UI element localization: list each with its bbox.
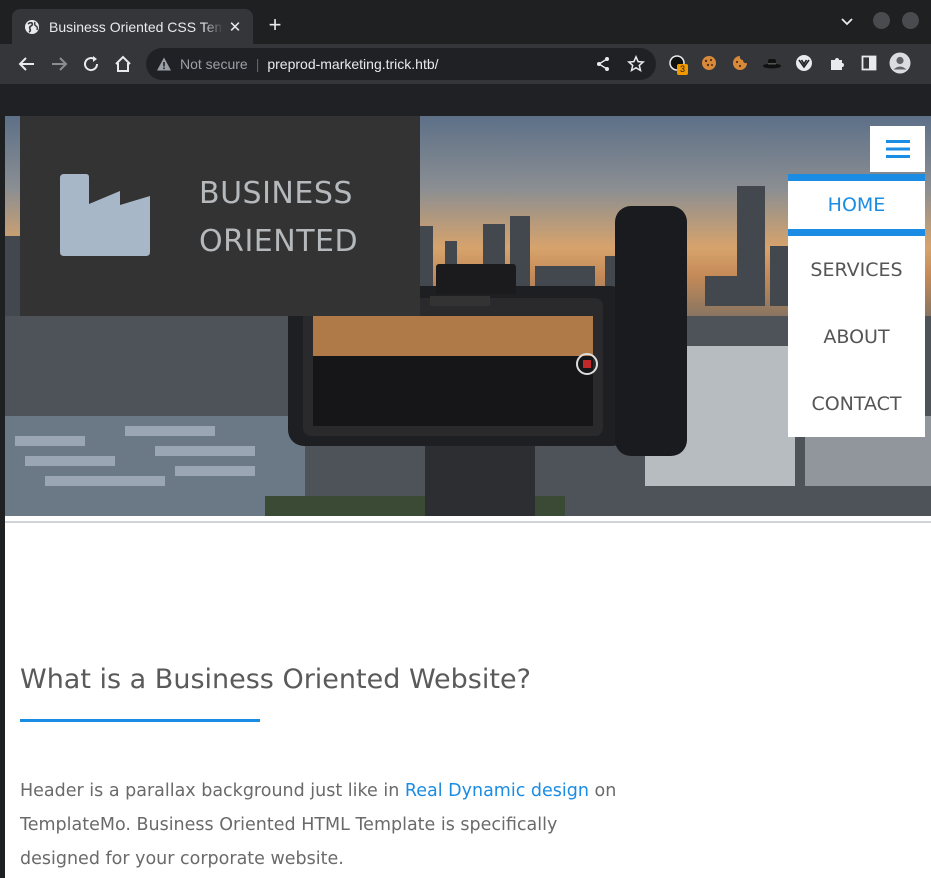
new-tab-button[interactable]: + bbox=[263, 13, 287, 37]
globe-icon bbox=[25, 19, 39, 34]
browser-toolbar: Not secure | preprod-marketing.trick.htb… bbox=[0, 44, 931, 84]
intro-text-start: Header is a parallax background just lik… bbox=[20, 781, 405, 801]
heading-underline bbox=[20, 719, 260, 722]
close-tab-icon[interactable]: ✕ bbox=[227, 18, 243, 36]
shield-logo-icon bbox=[796, 55, 812, 71]
address-bar[interactable]: Not secure | preprod-marketing.trick.htb… bbox=[146, 48, 656, 80]
cookie-icon bbox=[702, 56, 716, 70]
menu-toggle-button[interactable] bbox=[870, 126, 925, 172]
browser-tab[interactable]: Business Oriented CSS Template ✕ bbox=[12, 9, 253, 44]
tab-strip: Business Oriented CSS Template ✕ + bbox=[0, 0, 931, 44]
factory-icon bbox=[60, 174, 150, 256]
nav-item-contact[interactable]: CONTACT bbox=[788, 370, 925, 437]
bookmarks-bar-area bbox=[0, 84, 931, 116]
hero-parallax-image: BUSINESS ORIENTED HOME SERVICES ABOUT CO… bbox=[5, 116, 931, 516]
section-heading: What is a Business Oriented Website? bbox=[20, 664, 531, 695]
url-text[interactable]: preprod-marketing.trick.htb/ bbox=[267, 56, 438, 72]
main-nav-menu: HOME SERVICES ABOUT CONTACT bbox=[788, 174, 925, 437]
nav-item-about[interactable]: ABOUT bbox=[788, 303, 925, 370]
hero-divider bbox=[5, 521, 931, 523]
extension-button[interactable]: 3 bbox=[666, 52, 689, 75]
extension-badge: 3 bbox=[677, 64, 689, 75]
logo-line-business: BUSINESS bbox=[199, 176, 353, 211]
bookmark-star-icon[interactable] bbox=[627, 55, 645, 73]
arrow-right-icon bbox=[52, 57, 68, 71]
real-dynamic-design-link[interactable]: Real Dynamic design bbox=[405, 781, 589, 801]
cookie-editor-extension-button[interactable] bbox=[729, 52, 751, 74]
close-window-button[interactable] bbox=[902, 12, 919, 29]
hat-icon bbox=[763, 59, 781, 69]
url-separator: | bbox=[255, 56, 260, 72]
logo-line-oriented: ORIENTED bbox=[199, 224, 359, 259]
cookie-extension-button[interactable] bbox=[698, 52, 720, 74]
back-button[interactable] bbox=[15, 52, 39, 76]
logo-text: BUSINESS ORIENTED bbox=[199, 170, 358, 266]
security-status[interactable]: Not secure bbox=[180, 56, 248, 72]
site-logo[interactable]: BUSINESS ORIENTED bbox=[20, 116, 420, 316]
page-viewport: BUSINESS ORIENTED HOME SERVICES ABOUT CO… bbox=[5, 116, 931, 878]
cookie-bite-icon bbox=[733, 56, 747, 70]
home-button[interactable] bbox=[111, 52, 135, 76]
reload-icon bbox=[84, 56, 99, 72]
arrow-left-icon bbox=[18, 57, 34, 71]
extensions-menu-button[interactable] bbox=[826, 52, 848, 74]
share-icon[interactable] bbox=[595, 56, 611, 72]
tab-title: Business Oriented CSS Template bbox=[49, 18, 223, 35]
side-panel-icon bbox=[861, 55, 877, 71]
reload-button[interactable] bbox=[79, 52, 103, 76]
forward-button[interactable] bbox=[47, 52, 71, 76]
side-panel-button[interactable] bbox=[858, 52, 880, 74]
profile-button[interactable] bbox=[889, 52, 911, 74]
intro-section: What is a Business Oriented Website? Hea… bbox=[20, 664, 620, 876]
puzzle-icon bbox=[831, 58, 844, 70]
avatar-icon bbox=[889, 52, 911, 74]
hat-extension-button[interactable] bbox=[761, 52, 783, 74]
chevron-down-icon[interactable] bbox=[840, 15, 854, 29]
intro-paragraph: Header is a parallax background just lik… bbox=[20, 774, 620, 876]
minimize-button[interactable] bbox=[873, 12, 890, 29]
nav-item-home[interactable]: HOME bbox=[788, 174, 925, 236]
hamburger-icon bbox=[885, 140, 910, 158]
home-icon bbox=[115, 55, 131, 72]
nav-item-services[interactable]: SERVICES bbox=[788, 236, 925, 303]
warning-icon bbox=[157, 57, 171, 71]
wappalyzer-extension-button[interactable] bbox=[793, 52, 815, 74]
